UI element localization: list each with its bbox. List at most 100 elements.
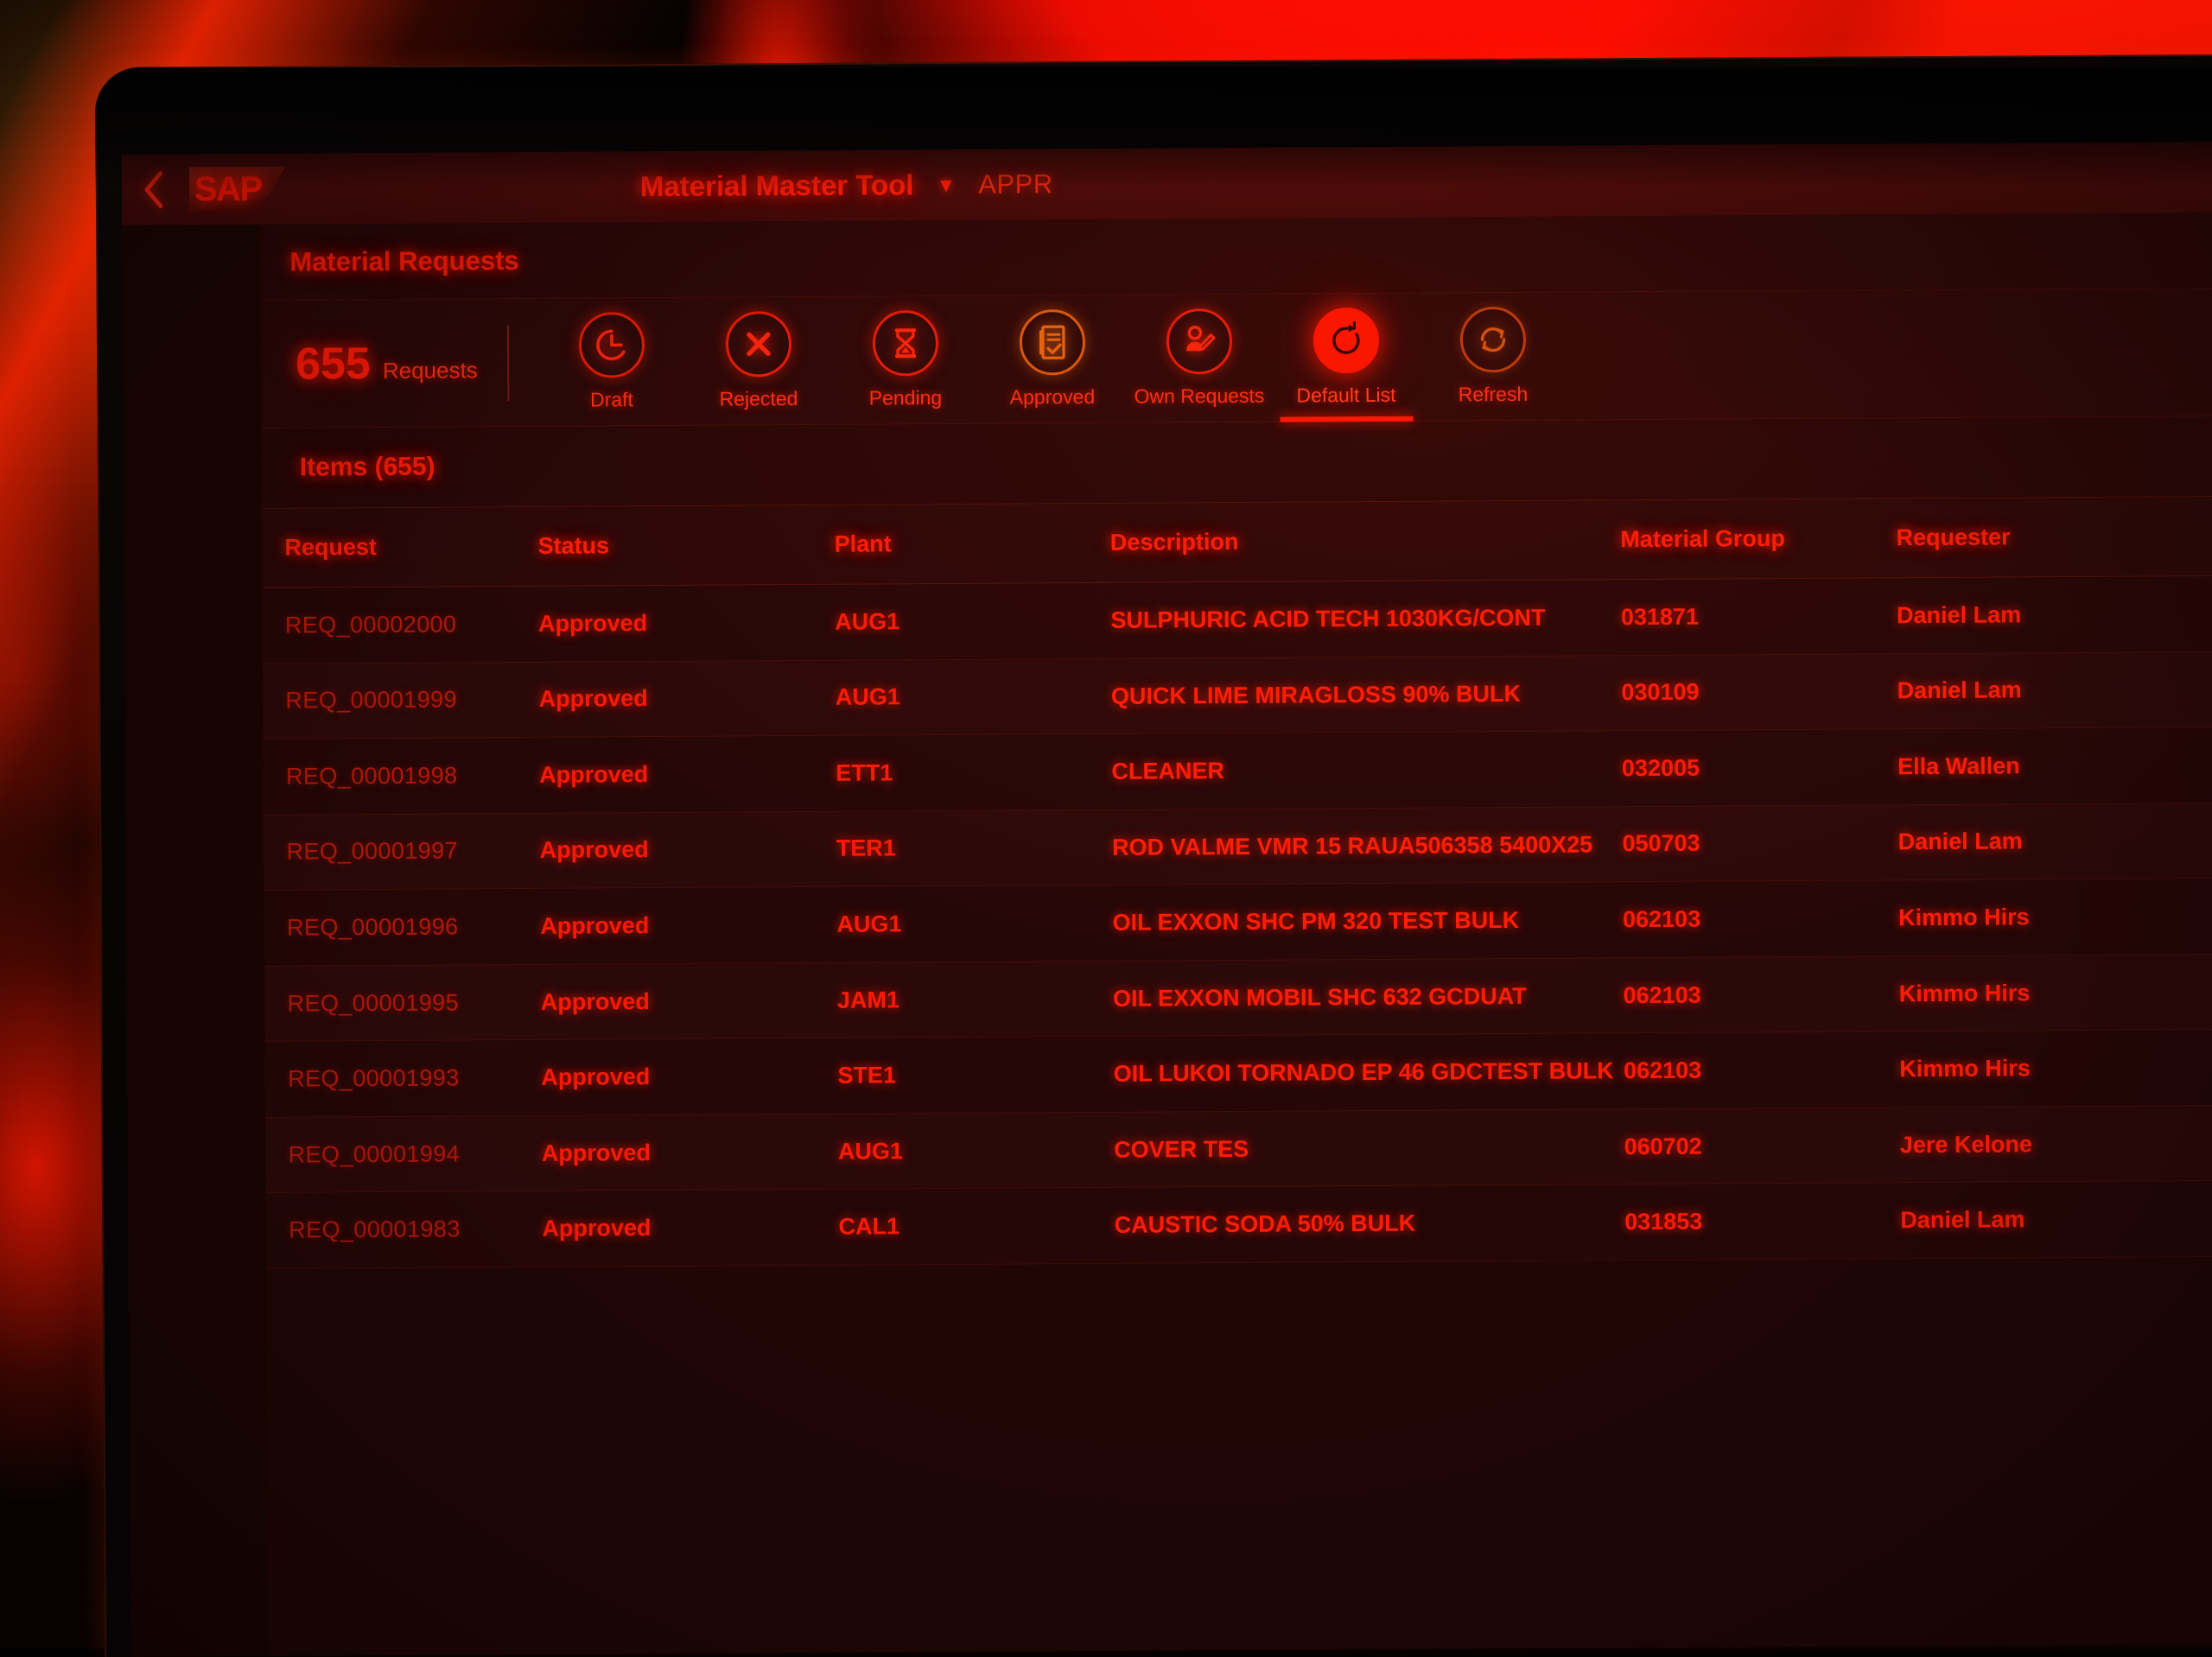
table-row[interactable]: REQ_00001997ApprovedTER1ROD VALME VMR 15… — [264, 802, 2212, 890]
cell-requester: Kimmo Hirs — [1899, 1029, 2212, 1107]
cell-status: Approved — [542, 1190, 839, 1267]
column-header-description[interactable]: Description — [1110, 500, 1621, 583]
sap-logo-text: SAP — [189, 172, 262, 207]
cell-description: OIL LUKOI TORNADO EP 46 GDCTEST BULK — [1113, 1033, 1624, 1112]
tab-refresh-label: Refresh — [1459, 383, 1529, 406]
page-body: Material Requests 655 Requests — [122, 212, 2212, 1656]
shell-title-group: Material Master Tool ▼ APPR — [640, 149, 1053, 222]
cell-description: SULPHURIC ACID TECH 1030KG/CONT — [1110, 580, 1621, 658]
cell-material-group: 031871 — [1621, 578, 1897, 655]
tab-draft[interactable]: Draft — [537, 297, 685, 426]
cell-requester: Daniel Lam — [1897, 651, 2212, 728]
app-title: Material Master Tool — [640, 168, 914, 203]
tab-rejected-label: Rejected — [719, 387, 798, 411]
tab-pending[interactable]: Pending — [831, 295, 979, 424]
cell-description: CAUSTIC SODA 50% BULK — [1114, 1184, 1624, 1263]
page-title-bar: Material Requests — [260, 212, 2212, 300]
tab-approved[interactable]: Approved — [978, 295, 1126, 423]
cell-material-group: 062103 — [1623, 956, 1899, 1033]
column-header-material-group[interactable]: Material Group — [1620, 498, 1897, 580]
kpi-divider — [506, 325, 509, 401]
cell-plant: AUG1 — [838, 1112, 1115, 1189]
table-head: Request Status Plant Description Materia… — [262, 496, 2212, 587]
cell-material-group: 031853 — [1624, 1183, 1901, 1260]
left-rail — [122, 225, 269, 1657]
cell-request: REQ_00001997 — [264, 813, 540, 890]
cell-plant: JAM1 — [837, 961, 1114, 1038]
tab-approved-label: Approved — [1010, 385, 1096, 409]
tab-own-requests[interactable]: Own Requests — [1125, 294, 1273, 422]
requests-table-wrapper[interactable]: Request Status Plant Description Materia… — [262, 495, 2212, 1655]
requests-count-label: Requests — [383, 357, 478, 384]
column-header-status[interactable]: Status — [537, 505, 835, 586]
cell-material-group: 030109 — [1621, 653, 1897, 730]
table-body: REQ_00002000ApprovedAUG1SULPHURIC ACID T… — [263, 575, 2212, 1268]
cell-material-group: 062103 — [1623, 880, 1899, 957]
cell-description: QUICK LIME MIRAGLOSS 90% BULK — [1111, 655, 1622, 733]
table-row[interactable]: REQ_00001996ApprovedAUG1OIL EXXON SHC PM… — [264, 878, 2212, 966]
requests-table: Request Status Plant Description Materia… — [262, 495, 2212, 1268]
table-header-row: Request Status Plant Description Materia… — [262, 496, 2212, 587]
cell-description: OIL EXXON MOBIL SHC 632 GCDUAT — [1113, 957, 1624, 1036]
cell-description: ROD VALME VMR 15 RAUA506358 5400X25 — [1112, 806, 1623, 885]
requests-count: 655 — [296, 338, 371, 390]
column-header-requester[interactable]: Requester — [1896, 496, 2212, 578]
cell-status: Approved — [539, 735, 836, 813]
sap-shell-bar: SAP Material Master Tool ▼ APPR — [122, 141, 2212, 225]
cell-plant: AUG1 — [836, 658, 1112, 735]
chevron-down-icon[interactable]: ▼ — [936, 173, 956, 196]
user-edit-icon — [1166, 308, 1231, 374]
table-row[interactable]: REQ_00001995ApprovedJAM1OIL EXXON MOBIL … — [264, 954, 2212, 1042]
items-title: Items (655) — [300, 453, 435, 483]
cell-request: REQ_00001995 — [264, 964, 541, 1041]
app-subtitle: APPR — [978, 168, 1053, 200]
cell-plant: CAL1 — [838, 1188, 1115, 1265]
laptop-chassis: SAP Material Master Tool ▼ APPR Material… — [95, 54, 2212, 1657]
table-row[interactable]: REQ_00001999ApprovedAUG1QUICK LIME MIRAG… — [263, 651, 2212, 739]
cell-request: REQ_00001994 — [265, 1115, 542, 1192]
cell-request: REQ_00002000 — [263, 586, 539, 663]
cell-plant: ETT1 — [836, 733, 1112, 810]
content-area: Material Requests 655 Requests — [260, 212, 2212, 1655]
column-header-plant[interactable]: Plant — [834, 503, 1110, 584]
table-row[interactable]: REQ_00001983ApprovedCAL1CAUSTIC SODA 50%… — [266, 1180, 2212, 1268]
tab-own-requests-label: Own Requests — [1134, 384, 1264, 409]
x-circle-icon — [725, 311, 791, 377]
chevron-left-icon — [141, 169, 167, 209]
tab-default-list-label: Default List — [1296, 384, 1395, 408]
cell-status: Approved — [538, 584, 836, 662]
cell-request: REQ_00001998 — [264, 737, 540, 814]
cell-plant: TER1 — [836, 809, 1113, 886]
selected-tab-underline — [1280, 416, 1413, 422]
cell-description: COVER TES — [1114, 1109, 1624, 1188]
filter-tab-bar: 655 Requests Draft — [261, 288, 2212, 428]
tab-refresh[interactable]: Refresh — [1419, 292, 1567, 421]
cell-status: Approved — [540, 886, 837, 964]
table-row[interactable]: REQ_00001993ApprovedSTE1OIL LUKOI TORNAD… — [265, 1029, 2212, 1117]
cell-status: Approved — [542, 1114, 839, 1191]
cell-requester: Daniel Lam — [1900, 1180, 2212, 1258]
table-row[interactable]: REQ_00001994ApprovedAUG1COVER TES060702J… — [265, 1105, 2212, 1193]
cell-status: Approved — [541, 1038, 838, 1116]
cell-requester: Kimmo Hirs — [1899, 954, 2212, 1032]
cell-material-group: 032005 — [1622, 729, 1898, 806]
table-row[interactable]: REQ_00001998ApprovedETT1CLEANER032005Ell… — [264, 727, 2212, 815]
tab-rejected[interactable]: Rejected — [684, 296, 832, 425]
clock-icon — [578, 312, 644, 378]
items-title-bar: Items (655) — [262, 416, 2212, 507]
cell-request: REQ_00001983 — [266, 1191, 543, 1268]
tab-draft-label: Draft — [590, 388, 633, 411]
table-row[interactable]: REQ_00002000ApprovedAUG1SULPHURIC ACID T… — [263, 575, 2212, 663]
cell-requester: Kimmo Hirs — [1898, 878, 2212, 955]
cell-request: REQ_00001999 — [263, 662, 539, 739]
column-header-request[interactable]: Request — [262, 506, 538, 587]
refresh-arrow-icon — [1313, 308, 1378, 373]
laptop-screen: SAP Material Master Tool ▼ APPR Material… — [122, 141, 2212, 1656]
cell-description: CLEANER — [1111, 731, 1622, 809]
cell-requester: Ella Wallen — [1897, 727, 2212, 804]
document-check-icon — [1019, 309, 1084, 375]
cell-material-group: 060702 — [1624, 1108, 1900, 1184]
tab-default-list[interactable]: Default List — [1272, 293, 1420, 422]
back-button[interactable] — [122, 169, 186, 209]
sap-logo[interactable]: SAP — [189, 167, 286, 213]
